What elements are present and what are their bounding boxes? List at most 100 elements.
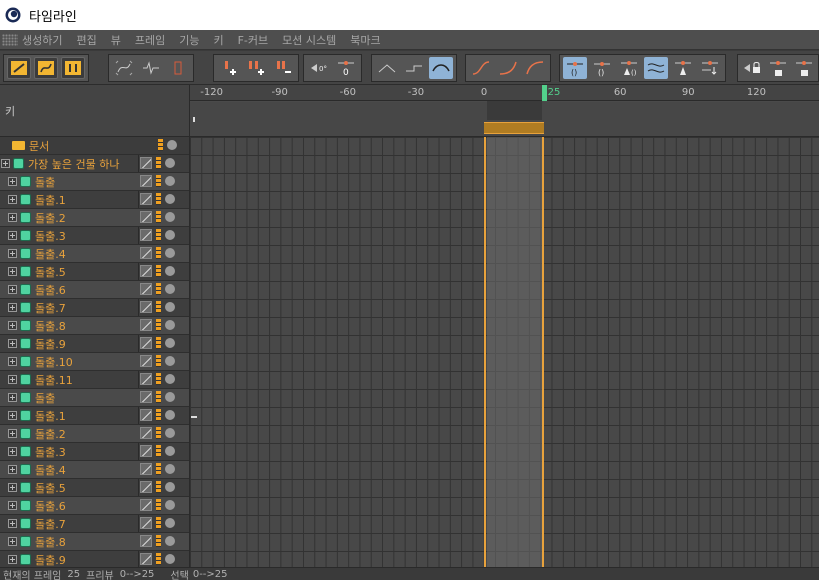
tangent-weight-button[interactable] xyxy=(644,57,668,79)
mute-slash-icon[interactable] xyxy=(140,409,152,421)
mute-slash-icon[interactable] xyxy=(140,445,152,457)
mute-slash-icon[interactable] xyxy=(140,481,152,493)
tree-row-extrude[interactable]: 돌출.8 xyxy=(0,317,189,335)
track-bars-icon[interactable] xyxy=(156,427,161,439)
ease-in-button[interactable] xyxy=(496,57,520,79)
expand-icon[interactable] xyxy=(8,321,17,330)
visibility-dot-icon[interactable] xyxy=(165,356,175,366)
track-bars-icon[interactable] xyxy=(156,481,161,493)
expand-icon[interactable] xyxy=(8,447,17,456)
mute-slash-icon[interactable] xyxy=(140,157,152,169)
visibility-dot-icon[interactable] xyxy=(165,428,175,438)
expand-icon[interactable] xyxy=(8,285,17,294)
tree-row-extrude[interactable]: 돌출.8 xyxy=(0,533,189,551)
track-bars-icon[interactable] xyxy=(156,337,161,349)
menu-bookmarks[interactable]: 북마크 xyxy=(350,32,380,48)
key-record-button[interactable] xyxy=(7,57,31,79)
expand-icon[interactable] xyxy=(8,375,17,384)
menu-motion-system[interactable]: 모션 시스템 xyxy=(282,32,336,48)
tree-row-extrude[interactable]: 돌출.6 xyxy=(0,497,189,515)
wave-view-button[interactable] xyxy=(139,57,163,79)
visibility-dot-icon[interactable] xyxy=(167,140,177,150)
visibility-dot-icon[interactable] xyxy=(165,392,175,402)
tree-row-extrude[interactable]: 돌출 xyxy=(0,389,189,407)
range-start-line[interactable] xyxy=(484,137,486,567)
expand-icon[interactable] xyxy=(8,537,17,546)
menu-frame[interactable]: 프레임 xyxy=(135,32,165,48)
mute-slash-icon[interactable] xyxy=(140,175,152,187)
tree-row-extrude[interactable]: 돌출.4 xyxy=(0,461,189,479)
expand-icon[interactable] xyxy=(8,393,17,402)
mute-slash-icon[interactable] xyxy=(140,373,152,385)
tree-row-extrude[interactable]: 돌출.2 xyxy=(0,425,189,443)
mute-slash-icon[interactable] xyxy=(140,535,152,547)
menu-create[interactable]: 생성하기 xyxy=(22,32,62,48)
mute-slash-icon[interactable] xyxy=(140,553,152,565)
tree-row-extrude[interactable]: 돌출 xyxy=(0,173,189,191)
visibility-dot-icon[interactable] xyxy=(165,482,175,492)
expand-icon[interactable] xyxy=(8,501,17,510)
visibility-dot-icon[interactable] xyxy=(165,230,175,240)
tree-row-extrude[interactable]: 돌출.1 xyxy=(0,407,189,425)
visibility-dot-icon[interactable] xyxy=(165,338,175,348)
f-curve-mode-button[interactable] xyxy=(34,57,58,79)
expand-icon[interactable] xyxy=(8,231,17,240)
add-multi-key-button[interactable] xyxy=(244,57,268,79)
tangent-break-button[interactable]: () xyxy=(590,57,614,79)
tree-row-extrude[interactable]: 돌출.6 xyxy=(0,281,189,299)
expand-icon[interactable] xyxy=(8,519,17,528)
menu-functions[interactable]: 기능 xyxy=(179,32,199,48)
tree-row-root[interactable]: 가장 높은 건물 하나 xyxy=(0,155,189,173)
menu-f-curve[interactable]: F-커브 xyxy=(238,32,269,48)
tree-row-extrude[interactable]: 돌출.5 xyxy=(0,263,189,281)
mute-slash-icon[interactable] xyxy=(140,463,152,475)
tree-row-extrude[interactable]: 돌출.10 xyxy=(0,353,189,371)
linear-interp-button[interactable] xyxy=(375,57,399,79)
visibility-dot-icon[interactable] xyxy=(165,518,175,528)
mute-slash-icon[interactable] xyxy=(140,517,152,529)
track-bars-icon[interactable] xyxy=(156,265,161,277)
expand-icon[interactable] xyxy=(8,303,17,312)
expand-icon[interactable] xyxy=(8,555,17,564)
tree-row-extrude[interactable]: 돌출.9 xyxy=(0,335,189,353)
visibility-dot-icon[interactable] xyxy=(165,536,175,546)
step-interp-button[interactable] xyxy=(402,57,426,79)
tree-row-document[interactable]: 문서 xyxy=(0,137,189,155)
zero-length-button[interactable]: 0 xyxy=(334,57,358,79)
expand-icon[interactable] xyxy=(8,429,17,438)
visibility-dot-icon[interactable] xyxy=(165,248,175,258)
mute-slash-icon[interactable] xyxy=(140,301,152,313)
track-bars-icon[interactable] xyxy=(156,157,161,169)
mute-slash-icon[interactable] xyxy=(140,229,152,241)
mute-slash-icon[interactable] xyxy=(140,211,152,223)
expand-icon[interactable] xyxy=(8,267,17,276)
track-bars-icon[interactable] xyxy=(156,553,161,565)
mute-slash-icon[interactable] xyxy=(140,319,152,331)
spline-interp-button[interactable] xyxy=(429,57,453,79)
track-bars-icon[interactable] xyxy=(156,175,161,187)
motion-mode-button[interactable] xyxy=(61,57,85,79)
tree-row-extrude[interactable]: 돌출.3 xyxy=(0,443,189,461)
track-bars-icon[interactable] xyxy=(156,211,161,223)
mute-slash-icon[interactable] xyxy=(140,337,152,349)
preview-range-bar[interactable] xyxy=(484,122,544,134)
expand-icon[interactable] xyxy=(8,195,17,204)
dope-sheet-button[interactable] xyxy=(166,57,190,79)
visibility-dot-icon[interactable] xyxy=(165,446,175,456)
tree-row-extrude[interactable]: 돌출.4 xyxy=(0,245,189,263)
track-bars-icon[interactable] xyxy=(156,283,161,295)
expand-icon[interactable] xyxy=(8,357,17,366)
visibility-dot-icon[interactable] xyxy=(165,320,175,330)
expand-icon[interactable] xyxy=(8,339,17,348)
mute-slash-icon[interactable] xyxy=(140,283,152,295)
grip-handle-icon[interactable] xyxy=(2,33,18,46)
expand-icon[interactable] xyxy=(8,249,17,258)
tree-row-extrude[interactable]: 돌출.7 xyxy=(0,515,189,533)
playhead[interactable] xyxy=(542,85,547,101)
mute-slash-icon[interactable] xyxy=(140,391,152,403)
visibility-dot-icon[interactable] xyxy=(165,194,175,204)
lock-value-button[interactable] xyxy=(767,57,790,79)
visibility-dot-icon[interactable] xyxy=(165,266,175,276)
mute-slash-icon[interactable] xyxy=(140,247,152,259)
track-bars-icon[interactable] xyxy=(156,445,161,457)
